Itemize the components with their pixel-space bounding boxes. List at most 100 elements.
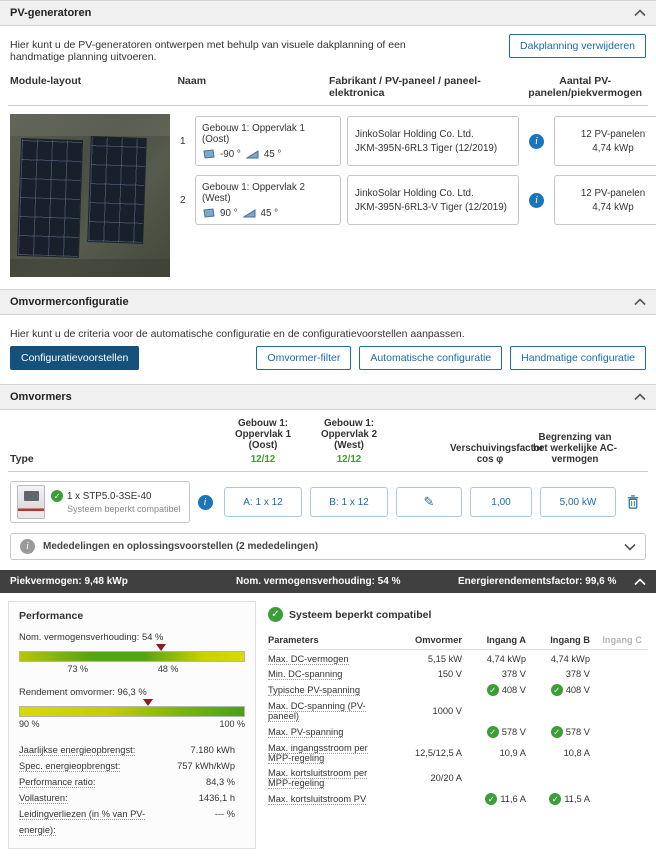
panel-manufacturer: JinkoSolar Holding Co. Ltd. [355, 187, 474, 199]
delete-inverter-button[interactable] [620, 494, 646, 510]
section-title: Omvormers [10, 391, 72, 403]
input-b-box[interactable]: B: 1 x 12 [310, 487, 388, 517]
col-ingang-a: Ingang A [486, 634, 526, 645]
tick-label: 48 % [157, 664, 179, 674]
expand-chevron-down-icon[interactable] [624, 543, 636, 551]
gradient-bar [19, 651, 245, 662]
stat-label: Spec. energieopbrengst: [19, 761, 121, 772]
pencil-icon: ✎ [423, 494, 435, 509]
input-a-box[interactable]: A: 1 x 12 [224, 487, 302, 517]
collapse-chevron-up-icon[interactable] [634, 393, 646, 401]
stat-value: 7.180 kWh [190, 745, 235, 755]
check-icon: ✓ [549, 793, 562, 805]
nominal-ratio-label: Nom. vermogensverhouding: 54 % [19, 631, 164, 642]
pv-surface-box[interactable]: Gebouw 1: Oppervlak 2 (West) 90 ° 45 ° [195, 175, 341, 225]
collapse-chevron-up-icon[interactable] [634, 298, 646, 306]
section-title: Omvormerconfiguratie [10, 296, 129, 308]
param-label: Max. ingangsstroom per MPP-regeling [268, 743, 368, 764]
param-inverter-value: 1000 V [432, 706, 462, 716]
info-icon[interactable]: i [529, 192, 544, 208]
check-icon: ✓ [486, 726, 499, 738]
param-label: Max. PV-spanning [268, 727, 344, 738]
collapse-chevron-up-icon[interactable] [634, 9, 646, 17]
pv-generators-header[interactable]: PV-generatoren [0, 0, 656, 26]
check-icon: ✓ [485, 793, 498, 805]
peak-power-summary: Piekvermogen: 9,48 kWp [10, 576, 128, 587]
info-icon: i [20, 539, 35, 554]
col-omvormer: Omvormer [414, 634, 462, 645]
col-surface1: Gebouw 1: Oppervlak 1 (Oost) 12/12 [220, 418, 306, 465]
inverter-config-header[interactable]: Omvormerconfiguratie [0, 289, 656, 315]
inverter-type-status: Systeem beperkt compatibel [67, 504, 181, 514]
tick-label: 73 % [67, 664, 89, 674]
azimuth-icon [202, 208, 215, 218]
parameters-table-header: Parameters Omvormer Ingang A Ingang B In… [268, 632, 648, 650]
parameter-row: Max. PV-spanning ✓ 578 V ✓ 578 V [268, 724, 648, 741]
bar-marker [156, 644, 167, 651]
automatic-configuration-button[interactable]: Automatische configuratie [359, 346, 503, 370]
stat-row: Leidingverliezen (in % van PV-energie): … [19, 806, 245, 838]
tick-label: 100 % [219, 719, 245, 729]
edit-button[interactable]: ✎ [396, 487, 462, 517]
stat-label: Vollasturen: [19, 793, 68, 804]
col-ingang-b: Ingang B [550, 634, 590, 645]
param-input-b-value: 408 V [565, 685, 590, 695]
messages-label: Mededelingen en oplossingsvoorstellen (2… [43, 541, 319, 552]
col-parameters: Parameters [268, 634, 319, 645]
remove-roof-planning-button[interactable]: Dakplanning verwijderen [509, 34, 646, 58]
surface1-count: 12/12 [250, 454, 276, 465]
info-icon[interactable]: i [529, 133, 544, 149]
info-icon[interactable]: i [197, 494, 213, 510]
messages-row[interactable]: i Mededelingen en oplossingsvoorstellen … [10, 533, 646, 560]
param-inverter-value: 12,5/12,5 A [414, 748, 462, 758]
manual-configuration-button[interactable]: Handmatige configuratie [510, 346, 646, 370]
tilt-icon [242, 208, 256, 218]
stat-value: 84,3 % [206, 777, 235, 787]
panel-count: 12 PV-panelen [580, 187, 646, 199]
collapse-chevron-up-icon[interactable] [634, 577, 646, 586]
panel-model: JKM-395N-6RL3 Tiger (12/2019) [355, 142, 498, 154]
parameter-row: Max. DC-spanning (PV-paneel) 1000 V [268, 699, 648, 724]
pv-surface-box[interactable]: Gebouw 1: Oppervlak 1 (Oost) -90 ° 45 ° [195, 116, 341, 166]
parameter-row: Max. DC-vermogen 5,15 kW 4,74 kWp 4,74 k… [268, 652, 648, 667]
configuration-proposals-button[interactable]: Configuratievoorstellen [10, 346, 140, 370]
roof-area [10, 114, 170, 136]
panel-count-box[interactable]: 12 PV-panelen 4,74 kWp [554, 175, 656, 225]
inverters-table-header: Type Gebouw 1: Oppervlak 1 (Oost) 12/12 … [8, 410, 648, 472]
panel-count-box[interactable]: 12 PV-panelen 4,74 kWp [554, 116, 656, 166]
surface2-label: Gebouw 1: Oppervlak 2 (West) [320, 418, 378, 451]
surface1-label: Gebouw 1: Oppervlak 1 (Oost) [234, 418, 292, 451]
inverter-filter-button[interactable]: Omvormer-filter [256, 346, 352, 370]
panel-manufacturer: JinkoSolar Holding Co. Ltd. [355, 128, 474, 140]
stat-value: --- % [214, 809, 235, 819]
energy-factor-summary: Energierendementsfactor: 99,6 % [458, 576, 617, 587]
panel-count: 12 PV-panelen [580, 128, 646, 140]
cos-phi-box[interactable]: 1,00 [470, 487, 532, 517]
panel-box[interactable]: JinkoSolar Holding Co. Ltd. JKM-395N-6RL… [347, 175, 519, 225]
system-check-title: Systeem beperkt compatibel [289, 608, 432, 621]
summary-bar[interactable]: Piekvermogen: 9,48 kWp Nom. vermogensver… [0, 570, 656, 593]
col-module-layout: Module-layout [10, 75, 82, 87]
pv-array-east [17, 138, 83, 258]
param-input-b-value: 11,5 A [564, 794, 590, 804]
row-number: 1 [180, 135, 186, 147]
inverters-section: Omvormers Type Gebouw 1: Oppervlak 1 (Oo… [0, 384, 656, 560]
inverter-config-section: Omvormerconfiguratie Hier kunt u de crit… [0, 289, 656, 384]
module-layout-image[interactable] [10, 114, 170, 277]
tilt-value: 45 ° [263, 148, 282, 160]
pv-generators-description: Hier kunt u de PV-generatoren ontwerpen … [10, 39, 406, 63]
param-input-a-value: 408 V [501, 685, 526, 695]
azimuth-value: -90 ° [220, 148, 241, 160]
stat-label: Jaarlijkse energieopbrengst: [19, 745, 136, 756]
azimuth-value: 90 ° [220, 207, 238, 219]
col-type: Type [10, 453, 34, 465]
performance-panel: Performance Nom. vermogensverhouding: 54… [8, 601, 256, 849]
inverter-type-box[interactable]: ✓ 1 x STP5.0-3SE-40 Systeem beperkt comp… [10, 481, 190, 523]
inverter-config-description: Hier kunt u de criteria voor de automati… [10, 328, 465, 340]
inverters-header[interactable]: Omvormers [0, 384, 656, 410]
panel-box[interactable]: JinkoSolar Holding Co. Ltd. JKM-395N-6RL… [347, 116, 519, 166]
param-inverter-value: 150 V [437, 669, 462, 679]
col-naam: Naam [177, 75, 207, 87]
parameter-row: Max. kortsluitstroom per MPP-regeling 20… [268, 766, 648, 791]
ac-limit-box[interactable]: 5,00 kW [540, 487, 616, 517]
